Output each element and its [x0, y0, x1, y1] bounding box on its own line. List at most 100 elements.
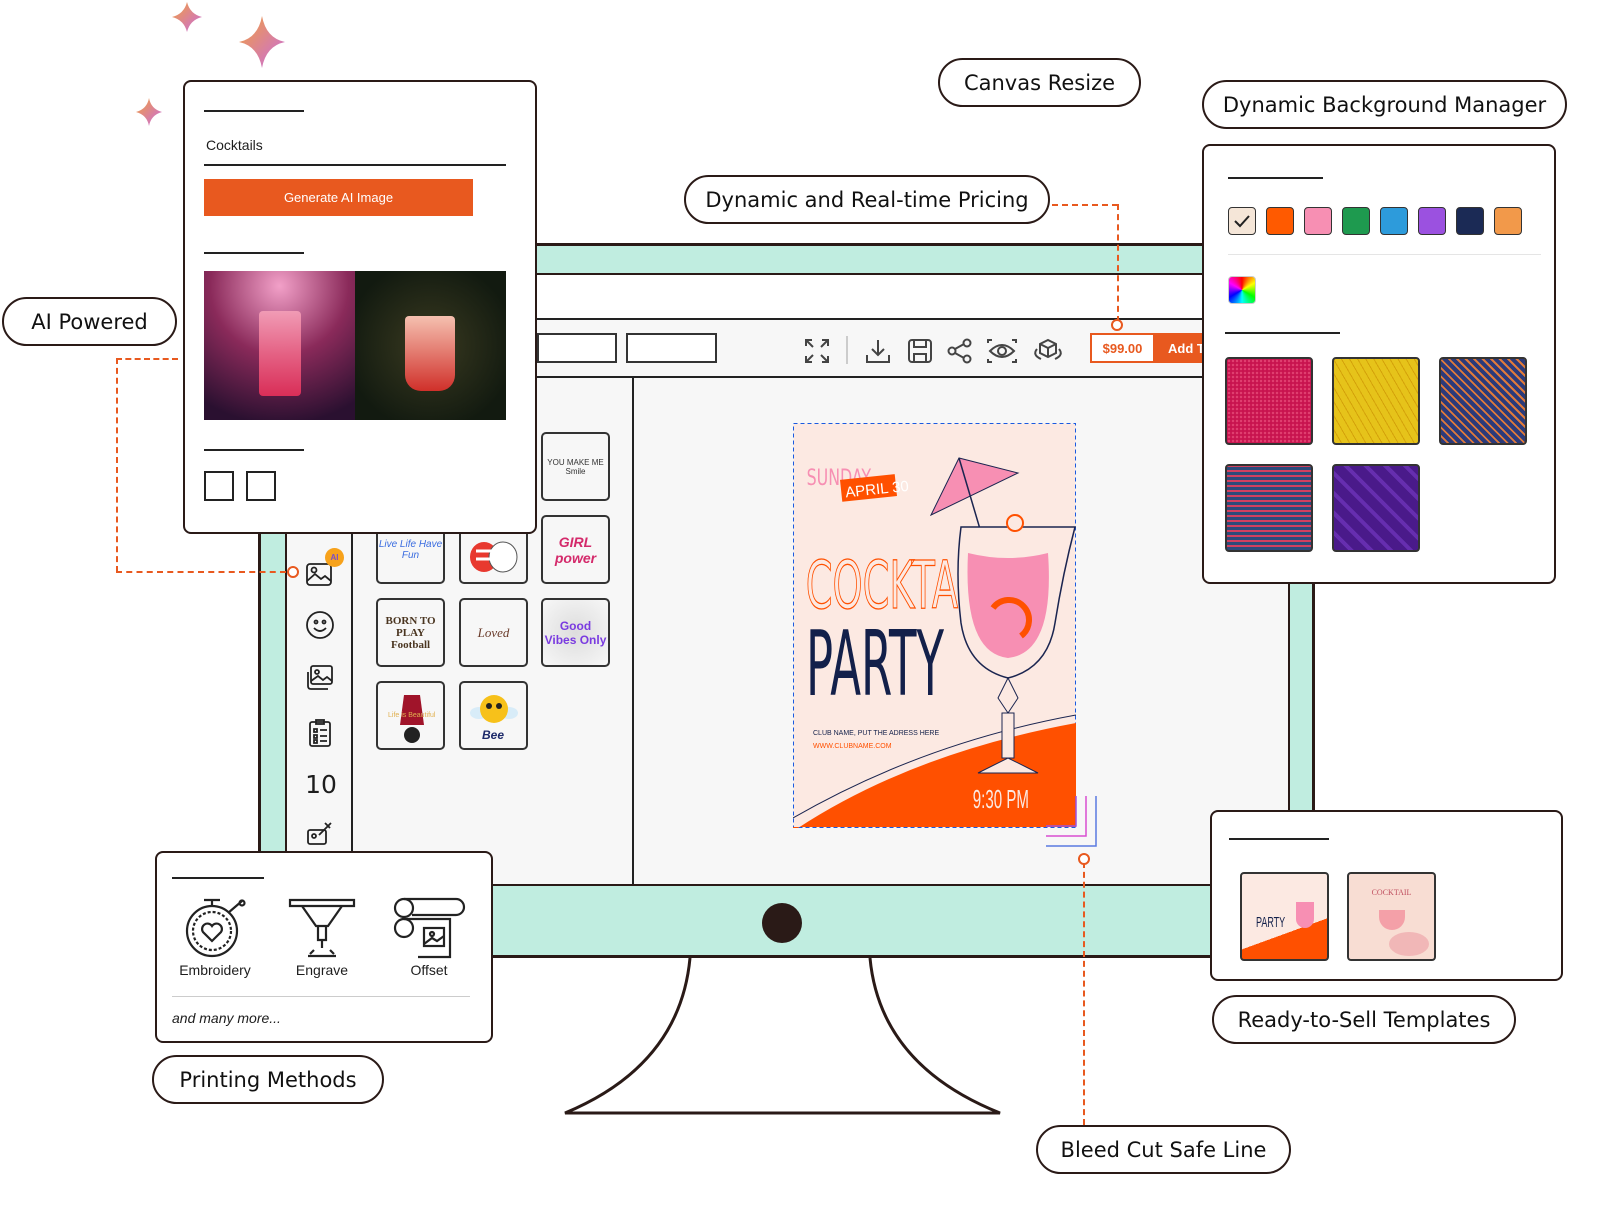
sticker-label: GIRL power	[554, 533, 597, 566]
sticker-label: Good Vibes Only	[544, 618, 607, 647]
divider	[204, 252, 304, 254]
label-canvas-resize: Canvas Resize	[938, 58, 1141, 107]
background-pattern[interactable]	[1332, 357, 1420, 445]
connector	[1052, 204, 1118, 206]
more-methods-text: and many more...	[172, 1010, 281, 1026]
monitor-camera	[762, 903, 802, 943]
ai-option-checkbox-1[interactable]	[204, 471, 234, 501]
form-icon[interactable]	[305, 718, 335, 748]
color-swatch[interactable]	[1342, 207, 1370, 235]
divider	[172, 877, 264, 879]
bleed-lines	[1046, 796, 1097, 847]
fullscreen-icon[interactable]	[803, 337, 831, 365]
generate-ai-image-button[interactable]: Generate AI Image	[204, 179, 473, 216]
images-icon[interactable]	[305, 663, 335, 693]
sticker-item[interactable]: YOU MAKE ME Smile	[541, 432, 610, 501]
sticker-label: BORN TO PLAY Football	[385, 614, 436, 651]
toolbar-input-2[interactable]	[626, 333, 717, 363]
sticker-item[interactable]: Bee	[459, 681, 528, 750]
text-size-value[interactable]: 10	[305, 770, 337, 799]
color-swatch[interactable]	[1418, 207, 1446, 235]
connector-dot	[287, 566, 299, 578]
emoji-icon[interactable]	[305, 610, 335, 640]
template-glass	[1379, 910, 1405, 930]
embroidery-icon	[185, 898, 246, 958]
color-swatch[interactable]	[1456, 207, 1484, 235]
background-pattern[interactable]	[1439, 357, 1527, 445]
color-swatch[interactable]	[1494, 207, 1522, 235]
printing-method-label: Offset	[410, 962, 448, 978]
sticker-item[interactable]: GIRL power	[541, 515, 610, 584]
divider	[1228, 254, 1541, 255]
sticker-item[interactable]: Life is Beautiful	[376, 681, 445, 750]
monitor-stand	[564, 957, 1001, 1115]
clipart-icon[interactable]	[305, 818, 335, 848]
template-blob	[1389, 932, 1429, 956]
add-button-label: Add T	[1168, 341, 1202, 356]
background-pattern[interactable]	[1225, 464, 1313, 552]
connector-dot	[1111, 319, 1123, 331]
engrave-icon	[288, 898, 356, 958]
label-dynamic-background: Dynamic Background Manager	[1202, 80, 1567, 129]
svg-text:Life is Beautiful: Life is Beautiful	[388, 712, 436, 719]
background-pattern[interactable]	[1332, 464, 1420, 552]
connector	[116, 358, 178, 360]
svg-text:Bee: Bee	[482, 728, 504, 742]
sticker-item[interactable]: Loved	[459, 598, 528, 667]
ai-result-image-1[interactable]	[204, 271, 355, 420]
connector	[116, 571, 286, 573]
divider	[204, 449, 304, 451]
color-swatch[interactable]	[1304, 207, 1332, 235]
printing-method-label: Embroidery	[179, 962, 251, 978]
offset-icon	[393, 897, 466, 959]
ai-prompt-input[interactable]: Cocktails	[204, 137, 506, 166]
label-bleed: Bleed Cut Safe Line	[1036, 1125, 1291, 1174]
background-pattern[interactable]	[1225, 357, 1313, 445]
share-icon[interactable]	[946, 337, 974, 365]
add-to-cart-button[interactable]: Add T	[1155, 333, 1202, 363]
preview-icon[interactable]	[986, 337, 1018, 365]
ai-badge: AI	[325, 548, 344, 567]
template-title: PARTY	[1256, 914, 1286, 931]
label-ai-powered: AI Powered	[2, 297, 177, 346]
toolbar-divider	[846, 336, 848, 364]
connector-dot	[1078, 853, 1090, 865]
download-icon[interactable]	[864, 337, 892, 365]
poster-time: 9:30 PM	[973, 785, 1029, 814]
printing-method-label: Engrave	[295, 962, 349, 978]
price-display: $99.00	[1090, 333, 1155, 363]
poster-address: CLUB NAME, PUT THE ADRESS HERE	[813, 730, 939, 737]
connector	[1117, 204, 1119, 322]
template-thumbnail[interactable]: COCKTAIL	[1347, 872, 1436, 961]
3d-view-icon[interactable]	[1032, 337, 1064, 365]
label-templates: Ready-to-Sell Templates	[1212, 995, 1516, 1044]
toolbar-input-1[interactable]	[537, 333, 617, 363]
divider	[1225, 332, 1340, 334]
divider	[204, 110, 304, 112]
color-swatch[interactable]	[1380, 207, 1408, 235]
red-cocktail-glass	[405, 316, 455, 391]
template-thumbnail[interactable]: PARTY	[1240, 872, 1329, 961]
color-swatch[interactable]	[1266, 207, 1294, 235]
check-icon	[1234, 215, 1250, 228]
ai-option-checkbox-2[interactable]	[246, 471, 276, 501]
poster-title-2: PARTY	[806, 612, 944, 717]
pink-cocktail-glass	[259, 311, 301, 396]
sticker-item[interactable]: Good Vibes Only	[541, 598, 610, 667]
divider	[1228, 177, 1323, 179]
template-glass	[1296, 902, 1314, 928]
sticker-item[interactable]: BORN TO PLAY Football	[376, 598, 445, 667]
save-icon[interactable]	[906, 337, 934, 365]
poster-canvas[interactable]: SUNDAY APRIL 30 COCKTAIL PARTY CLUB NAME…	[793, 423, 1076, 828]
scooter-illustration: Life is Beautiful	[388, 694, 436, 743]
label-printing-methods: Printing Methods	[152, 1055, 384, 1104]
custom-color-picker[interactable]	[1228, 276, 1256, 304]
ai-prompt-value: Cocktails	[206, 137, 263, 153]
divider	[1229, 838, 1329, 840]
ai-result-image-2[interactable]	[355, 271, 506, 420]
divider	[172, 996, 470, 997]
bee-illustration: Bee	[469, 694, 518, 742]
connector	[116, 358, 118, 572]
poster-website: WWW.CLUBNAME.COM	[813, 743, 892, 750]
color-swatch-selected[interactable]	[1228, 207, 1256, 235]
